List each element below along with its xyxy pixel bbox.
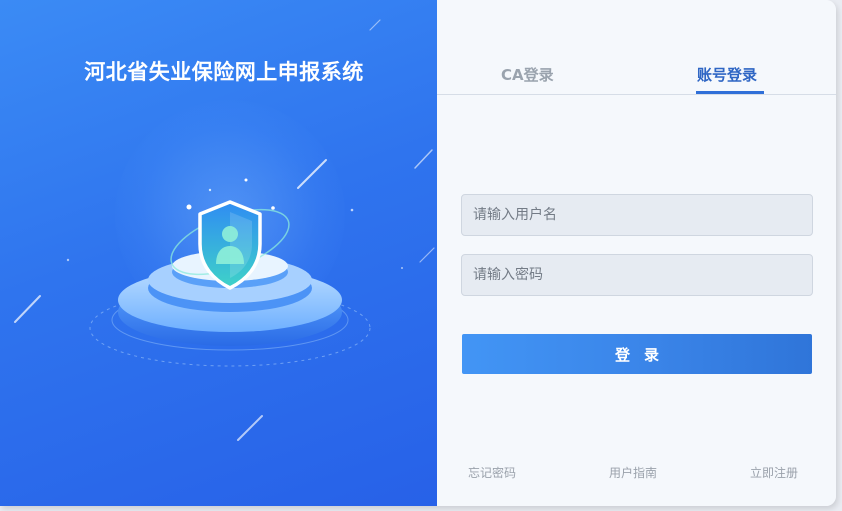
- username-input[interactable]: [461, 194, 813, 236]
- login-panel: CA登录 账号登录 登录 忘记密码 用户指南 立即注册: [437, 0, 836, 506]
- forgot-password-link[interactable]: 忘记密码: [468, 464, 516, 481]
- tab-account-login[interactable]: 账号登录: [697, 64, 757, 85]
- meteor-decoration: [14, 19, 435, 441]
- login-card: 河北省失业保险网上申报系统 CA登录 账号登录 请输入用户名 登录 忘记密码 用…: [0, 0, 836, 506]
- hero-panel: 河北省失业保险网上申报系统: [0, 0, 437, 506]
- active-tab-indicator: [696, 91, 764, 94]
- login-button[interactable]: 登录: [462, 334, 812, 374]
- login-tabs: CA登录 账号登录: [437, 0, 836, 95]
- password-input[interactable]: [461, 254, 813, 296]
- user-guide-link[interactable]: 用户指南: [609, 464, 657, 481]
- tab-ca-login[interactable]: CA登录: [501, 64, 554, 85]
- register-link[interactable]: 立即注册: [750, 464, 798, 481]
